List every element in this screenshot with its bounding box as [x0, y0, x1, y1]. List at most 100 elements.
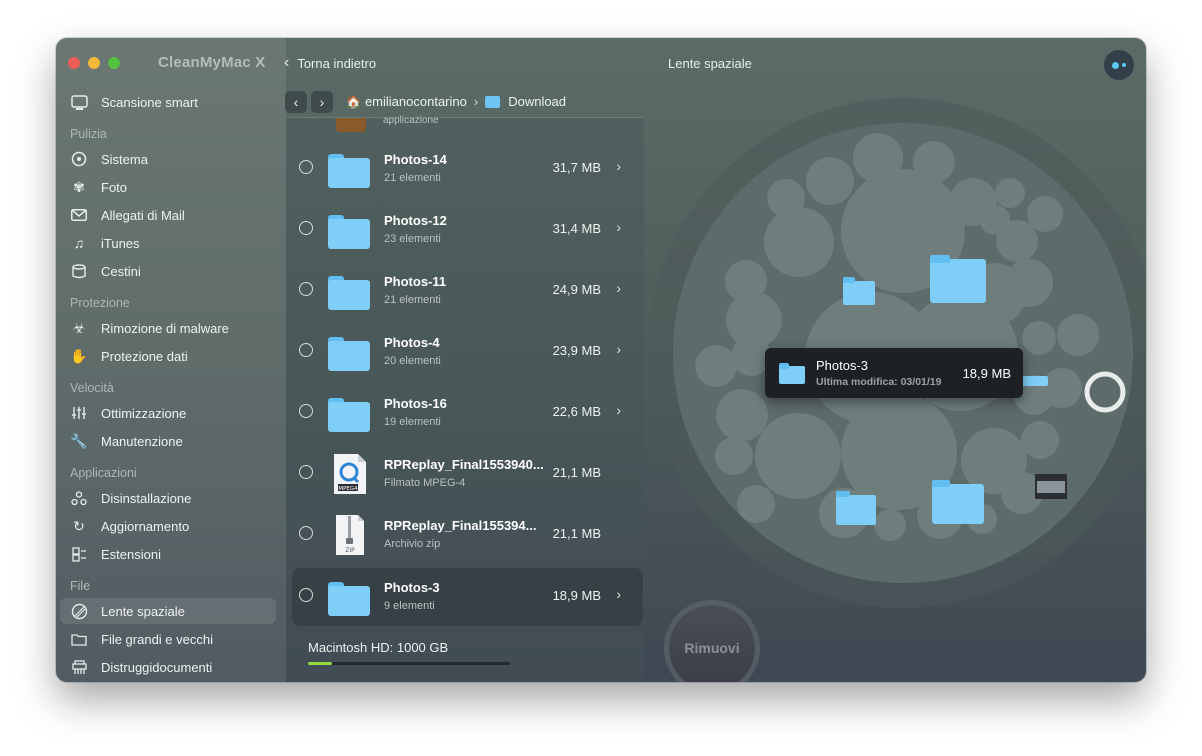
sidebar-item-uninstaller[interactable]: Disinstallazione — [56, 485, 278, 511]
breadcrumb-separator: › — [473, 94, 479, 109]
zip-badge-label: ZIP — [345, 547, 355, 554]
assistant-dot-small-icon — [1122, 63, 1126, 67]
trash-bins-icon — [70, 262, 88, 280]
section-title-cleanup: Pulizia — [70, 127, 107, 141]
nav-back-button[interactable]: ‹ — [285, 91, 307, 113]
list-item[interactable]: MPEG4 RPReplay_Final1553940... Filmato M… — [292, 445, 643, 503]
item-size: 31,7 MB — [552, 160, 601, 175]
assistant-button[interactable] — [1104, 50, 1134, 80]
chevron-right-icon[interactable]: › — [616, 219, 621, 235]
item-size: 31,4 MB — [552, 221, 601, 236]
disc-icon — [70, 150, 88, 168]
chevron-left-icon: ‹ — [284, 54, 290, 71]
back-button[interactable]: ‹ Torna indietro — [284, 54, 376, 72]
list-item-selected[interactable]: Photos-3 9 elementi 18,9 MB › — [292, 568, 643, 626]
minimize-window-button[interactable] — [88, 57, 100, 69]
sidebar-item-itunes[interactable]: ♫ iTunes — [56, 230, 278, 256]
hand-icon: ✋ — [70, 347, 88, 364]
sidebar-item-system[interactable]: Sistema — [56, 146, 278, 172]
remove-button[interactable]: Rimuovi — [669, 605, 755, 682]
sidebar-item-malware-removal[interactable]: ☣ Rimozione di malware — [56, 315, 278, 341]
list-item[interactable]: Photos-11 21 elementi 24,9 MB › — [292, 262, 643, 320]
sidebar-item-label: Protezione dati — [101, 348, 188, 364]
extensions-icon — [70, 545, 88, 563]
sidebar-item-label: Foto — [101, 179, 128, 195]
sidebar-item-privacy[interactable]: ✋ Protezione dati — [56, 343, 278, 369]
item-size: 23,9 MB — [552, 343, 601, 358]
sidebar-item-extensions[interactable]: Estensioni — [56, 541, 278, 567]
sidebar: CleanMyMac X Scansione smart Pulizia Sis… — [56, 38, 286, 682]
breadcrumb-folder[interactable]: Download — [508, 94, 566, 109]
tooltip-modified: Ultima modifica: 03/01/19 — [816, 376, 942, 388]
section-title-speed: Velocità — [70, 381, 114, 395]
sidebar-item-label: Ottimizzazione — [101, 405, 187, 421]
partial-row-subtitle: applicazione — [383, 115, 439, 126]
item-size: 21,1 MB — [552, 465, 601, 480]
item-name: RPReplay_Final1553940... — [384, 457, 544, 472]
item-subtitle: 19 elementi — [384, 416, 441, 428]
video-badge-label: MPEG4 — [338, 486, 358, 492]
folder-icon — [328, 576, 372, 616]
breadcrumb-user[interactable]: emilianocontarino — [365, 94, 467, 109]
section-title-files: File — [70, 579, 91, 593]
sidebar-item-trash-bins[interactable]: Cestini — [56, 258, 278, 284]
breadcrumb: 🏠 emilianocontarino › Download — [346, 94, 566, 109]
zoom-window-button[interactable] — [108, 57, 120, 69]
update-arrows-icon: ↻ — [73, 517, 85, 534]
sidebar-item-smart-scan[interactable]: Scansione smart — [56, 89, 278, 115]
item-subtitle: 23 elementi — [384, 233, 441, 245]
select-radio[interactable] — [299, 160, 313, 174]
chevron-right-icon: › — [319, 94, 325, 110]
nav-forward-button[interactable]: › — [311, 91, 333, 113]
folder-icon — [328, 331, 372, 371]
bubble-folder-icon — [932, 480, 984, 524]
list-item[interactable]: Photos-16 19 elementi 22,6 MB › — [292, 384, 643, 442]
bubble-folder-icon — [843, 277, 875, 305]
sidebar-item-space-lens[interactable]: Lente spaziale — [60, 598, 276, 624]
item-subtitle: Filmato MPEG-4 — [384, 477, 466, 489]
list-item[interactable]: Photos-4 20 elementi 23,9 MB › — [292, 323, 643, 381]
select-radio[interactable] — [299, 282, 313, 296]
sidebar-item-photos[interactable]: ✾ Foto — [56, 174, 278, 200]
chevron-right-icon[interactable]: › — [616, 280, 621, 296]
sidebar-item-optimization[interactable]: Ottimizzazione — [56, 400, 278, 426]
item-subtitle: 9 elementi — [384, 600, 435, 612]
chevron-right-icon[interactable]: › — [616, 402, 621, 418]
folder-icon — [70, 630, 88, 648]
disk-label: Macintosh HD: 1000 GB — [308, 640, 449, 655]
sidebar-item-label: Rimozione di malware — [101, 320, 229, 336]
sidebar-item-updater[interactable]: ↻ Aggiornamento — [56, 513, 278, 539]
item-name: Photos-3 — [384, 580, 440, 595]
list-item[interactable]: ZIP RPReplay_Final155394... Archivio zip… — [292, 506, 643, 564]
list-item[interactable]: Photos-14 21 elementi 31,7 MB › — [292, 140, 643, 198]
chevron-right-icon[interactable]: › — [616, 341, 621, 357]
select-radio[interactable] — [299, 343, 313, 357]
chevron-right-icon[interactable]: › — [616, 158, 621, 174]
item-subtitle: 21 elementi — [384, 294, 441, 306]
music-note-icon: ♫ — [73, 235, 85, 251]
select-radio[interactable] — [299, 221, 313, 235]
select-radio[interactable] — [299, 404, 313, 418]
hover-ring-center — [1093, 380, 1117, 404]
close-window-button[interactable] — [68, 57, 80, 69]
item-name: Photos-12 — [384, 213, 447, 228]
list-item[interactable]: Photos-12 23 elementi 31,4 MB › — [292, 201, 643, 259]
sidebar-item-maintenance[interactable]: 🔧 Manutenzione — [56, 428, 278, 454]
select-radio[interactable] — [299, 588, 313, 602]
sidebar-item-label: Scansione smart — [101, 94, 198, 110]
item-size: 22,6 MB — [552, 404, 601, 419]
item-name: Photos-4 — [384, 335, 440, 350]
folder-icon — [328, 209, 372, 249]
bubble-tooltip: Photos-3 Ultima modifica: 03/01/19 18,9 … — [765, 348, 1023, 398]
bubble-video-thumbnail — [1035, 474, 1067, 499]
sidebar-item-label: Distruggidocumenti — [101, 659, 213, 675]
chevron-right-icon[interactable]: › — [616, 586, 621, 602]
sidebar-item-mail-attachments[interactable]: Allegati di Mail — [56, 202, 278, 228]
select-radio[interactable] — [299, 526, 313, 540]
sidebar-item-label: Cestini — [101, 263, 141, 279]
download-folder-icon — [485, 95, 501, 108]
sidebar-item-label: File grandi e vecchi — [101, 631, 213, 647]
sidebar-item-large-old-files[interactable]: File grandi e vecchi — [56, 626, 278, 652]
sidebar-item-shredder[interactable]: Distruggidocumenti — [56, 654, 278, 680]
select-radio[interactable] — [299, 465, 313, 479]
